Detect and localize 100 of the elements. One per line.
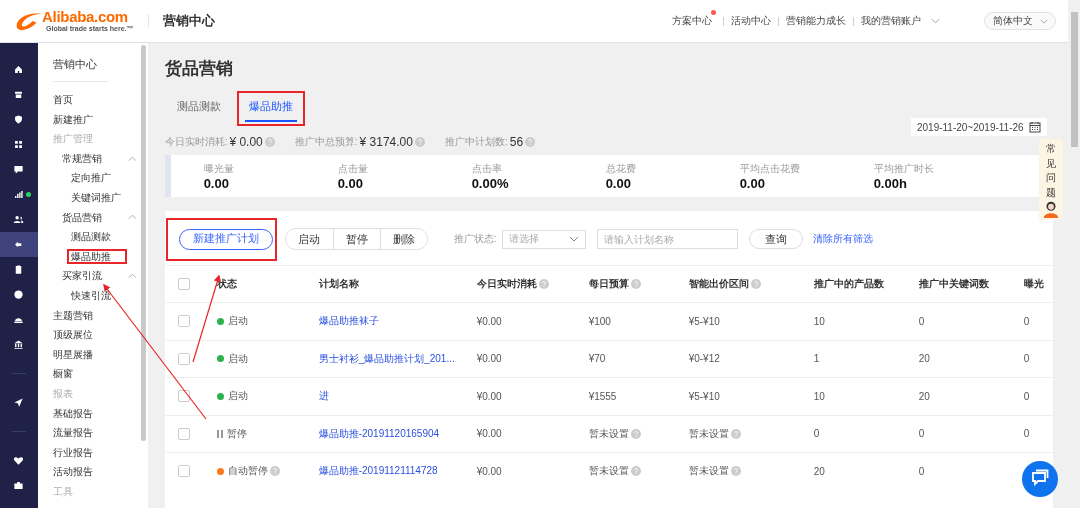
table-cell: ¥0.00 xyxy=(476,428,502,440)
sidebar-item[interactable]: 基础报告 xyxy=(52,407,93,419)
column-header: 推广中的产品数 xyxy=(813,277,884,291)
chevron-down-icon[interactable] xyxy=(931,18,940,24)
status-text: 启动 xyxy=(227,351,248,366)
table-cell: 暂未设置 xyxy=(588,426,629,441)
sidebar-group[interactable]: 货品营销 xyxy=(61,207,102,228)
metric-label: 平均推广时长 xyxy=(873,161,935,176)
sidebar-item[interactable]: 橱窗 xyxy=(52,368,73,380)
metric-label: 点击量 xyxy=(337,161,369,176)
summary-label: 今日实时消耗: xyxy=(164,135,228,149)
tab[interactable]: 测品测款 xyxy=(172,95,225,122)
status-text: 自动暂停 xyxy=(227,464,268,479)
grid-icon xyxy=(13,139,25,150)
faq-label: 常见问题 xyxy=(1045,142,1056,200)
globe-icon xyxy=(13,289,25,300)
column-header: 智能出价区间 xyxy=(688,277,749,291)
help-icon[interactable] xyxy=(630,428,641,439)
summary-label: 推广中总预算: xyxy=(294,135,358,149)
help-icon[interactable] xyxy=(730,466,741,477)
language-select[interactable]: 简体中文 xyxy=(984,12,1056,30)
column-header: 今日实时消耗 xyxy=(476,277,537,291)
action-button[interactable]: 删除 xyxy=(379,229,427,249)
scrollbar[interactable] xyxy=(140,45,146,441)
help-icon[interactable] xyxy=(730,428,741,439)
chevron-icon[interactable] xyxy=(127,273,137,280)
table-cell: 1 xyxy=(813,353,820,365)
table-cell: ¥70 xyxy=(588,353,606,365)
column-header: 曝光 xyxy=(1023,277,1044,291)
sidebar-subitem[interactable]: 爆品助推 xyxy=(68,250,125,262)
help-icon[interactable] xyxy=(414,137,425,147)
table-cell: ¥0.00 xyxy=(476,465,502,477)
nav-link[interactable]: 营销能力成长 xyxy=(786,14,846,28)
table-cell: ¥0.00 xyxy=(476,315,502,327)
checkbox[interactable] xyxy=(177,390,190,403)
sidebar-subitem[interactable]: 快速引流 xyxy=(70,289,111,301)
help-icon[interactable] xyxy=(630,279,641,289)
summary-value: ¥ 3174.00 xyxy=(359,135,413,149)
chevron-icon[interactable] xyxy=(127,155,137,162)
checkbox[interactable] xyxy=(177,427,190,440)
sidebar-heading: 报表 xyxy=(52,387,73,399)
plan-name-link[interactable]: 爆品助推-20191120165904 xyxy=(318,426,440,441)
summary-label: 推广中计划数: xyxy=(444,135,508,149)
sidebar-group[interactable]: 买家引流 xyxy=(61,266,102,286)
table-cell: 20 xyxy=(918,353,930,365)
table-cell: 20 xyxy=(918,390,930,402)
sidebar-subitem[interactable]: 测品测款 xyxy=(70,231,111,243)
plan-name-link[interactable]: 男士衬衫_爆品助推计划_201... xyxy=(318,351,455,366)
plan-name-link[interactable]: 爆品助推袜子 xyxy=(318,314,379,329)
heart-icon xyxy=(13,455,25,466)
column-header: 推广中关键词数 xyxy=(918,277,989,291)
help-icon[interactable] xyxy=(750,279,761,289)
sidebar-item[interactable]: 新建推广 xyxy=(52,113,93,125)
sidebar-item[interactable]: 顶级展位 xyxy=(52,329,93,341)
checkbox[interactable] xyxy=(177,352,190,365)
sidebar-item[interactable]: 明星展播 xyxy=(52,348,93,360)
date-range-picker[interactable]: 2019-11-20~2019-11-26 xyxy=(910,118,1047,136)
help-icon[interactable] xyxy=(538,279,549,289)
nav-link[interactable]: 我的营销账户 xyxy=(861,14,921,28)
chevron-icon[interactable] xyxy=(127,214,137,221)
table-cell: ¥0.00 xyxy=(476,353,502,365)
help-icon[interactable] xyxy=(525,137,536,147)
nav-link[interactable]: 方案中心 xyxy=(672,14,712,28)
sidebar-item[interactable]: 行业报告 xyxy=(52,446,93,458)
person-icon xyxy=(1041,200,1060,218)
sidebar-subitem[interactable]: 关键词推广 xyxy=(70,191,121,203)
metric-value: 0.00 xyxy=(605,175,632,191)
table-cell: ¥0-¥12 xyxy=(688,353,720,365)
table-cell: 0 xyxy=(918,315,925,327)
query-button[interactable]: 查询 xyxy=(749,229,804,249)
table-cell: ¥5-¥10 xyxy=(688,315,720,327)
table-cell: 20 xyxy=(813,465,825,477)
table-cell: 0 xyxy=(1023,353,1030,365)
clear-filters-link[interactable]: 清除所有筛选 xyxy=(813,232,874,246)
sidebar-group[interactable]: 常规营销 xyxy=(61,148,102,169)
checkbox[interactable] xyxy=(177,315,190,328)
nav-link[interactable]: 活动中心 xyxy=(731,14,771,28)
help-icon[interactable] xyxy=(264,137,275,147)
sidebar-item[interactable]: 主题营销 xyxy=(52,309,93,321)
metric-value: 0.00 xyxy=(337,175,364,191)
plan-name-link[interactable]: 进 xyxy=(318,389,329,404)
sidebar-item[interactable]: 流量报告 xyxy=(52,427,93,439)
help-icon[interactable] xyxy=(269,466,280,477)
table-cell: 暂未设置 xyxy=(688,464,729,479)
metric-value: 0.00h xyxy=(873,175,908,191)
sidebar-heading: 推广管理 xyxy=(52,133,93,145)
table-cell: ¥1555 xyxy=(588,390,617,402)
table-cell: 0 xyxy=(813,428,820,440)
faq-panel[interactable]: 常见问题 xyxy=(1038,139,1063,220)
sidebar-item[interactable]: 首页 xyxy=(52,94,73,105)
chevron-down-icon xyxy=(1039,18,1048,24)
plan-name-link[interactable]: 爆品助推-20191121114728 xyxy=(318,464,438,479)
date-range: 2019-11-20~2019-11-26 xyxy=(916,121,1024,133)
checkbox[interactable] xyxy=(177,465,190,478)
checkbox[interactable] xyxy=(177,278,190,290)
sidebar-subitem[interactable]: 定向推广 xyxy=(70,172,111,184)
new-plan-button[interactable]: 新建推广计划 xyxy=(178,228,273,250)
help-icon[interactable] xyxy=(630,466,641,477)
sidebar-item[interactable]: 活动报告 xyxy=(52,466,93,478)
plan-name-field[interactable]: 请输入计划名称 xyxy=(597,229,739,249)
